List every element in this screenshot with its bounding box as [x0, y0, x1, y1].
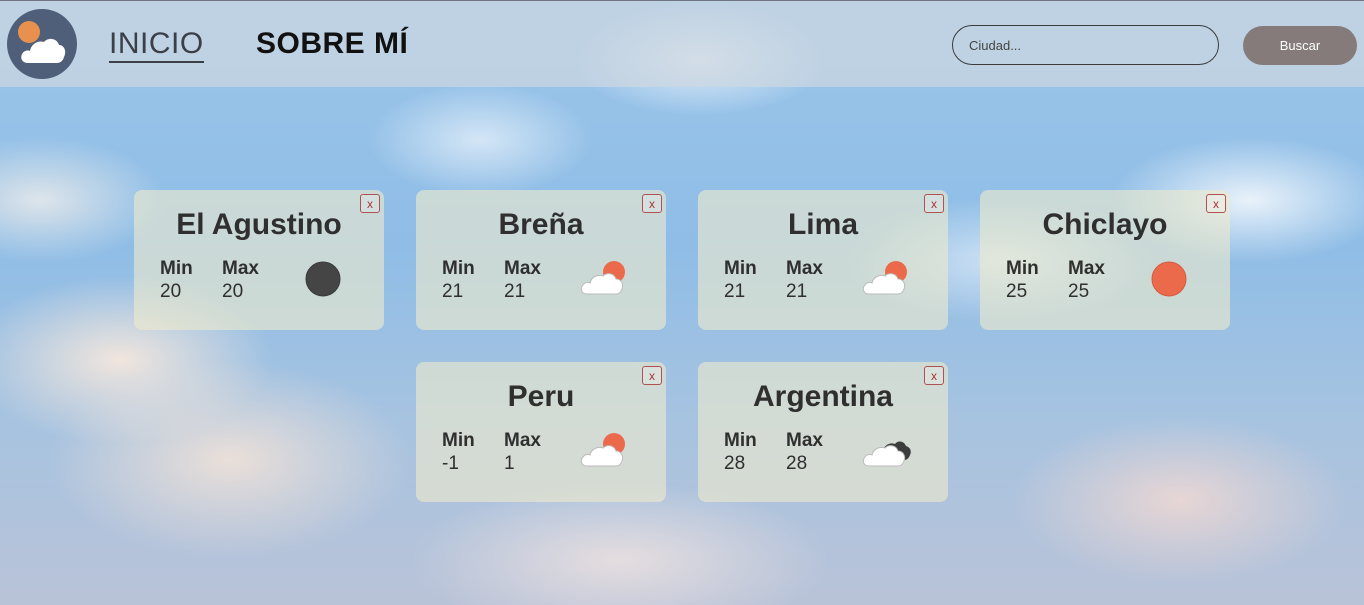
cloud-sun-icon — [580, 261, 625, 295]
max-label: Max — [504, 430, 541, 451]
cloud-sun-icon — [580, 433, 625, 467]
max-value: 28 — [786, 453, 808, 474]
city-name: Peru — [507, 380, 575, 413]
min-value: 28 — [724, 453, 746, 474]
max-label: Max — [786, 258, 823, 279]
min-temp: Min 28 — [724, 430, 757, 476]
max-value: 25 — [1068, 281, 1090, 302]
max-temp: Max 21 — [504, 258, 541, 304]
cloud-sun-icon — [862, 261, 907, 295]
min-value: 21 — [442, 281, 464, 302]
max-value: 20 — [222, 281, 244, 302]
weather-card: x Breña Min 21 Max 21 — [416, 190, 666, 330]
weather-card: x Argentina Min 28 Max 28 — [698, 362, 948, 502]
max-label: Max — [504, 258, 541, 279]
min-temp: Min 20 — [160, 258, 193, 304]
sun-icon — [1151, 261, 1187, 297]
min-temp: Min 25 — [1006, 258, 1039, 304]
min-label: Min — [724, 430, 757, 451]
min-temp: Min -1 — [442, 430, 475, 476]
city-name: El Agustino — [176, 208, 342, 241]
min-label: Min — [160, 258, 193, 279]
max-temp: Max 20 — [222, 258, 259, 304]
search-button[interactable]: Buscar — [1243, 26, 1357, 65]
max-value: 21 — [786, 281, 808, 302]
min-value: 21 — [724, 281, 746, 302]
min-value: -1 — [442, 453, 459, 474]
max-value: 21 — [504, 281, 526, 302]
cloud-dark-icon — [862, 441, 911, 467]
header-bar: INICIO SOBRE MÍ Buscar — [0, 0, 1364, 87]
max-label: Max — [222, 258, 259, 279]
weather-card: x Lima Min 21 Max 21 — [698, 190, 948, 330]
weather-card: x El Agustino Min 20 Max 20 — [134, 190, 384, 330]
weather-card: x Peru Min -1 Max 1 — [416, 362, 666, 502]
min-label: Min — [724, 258, 757, 279]
min-label: Min — [1006, 258, 1039, 279]
nav-inicio-link[interactable]: INICIO — [109, 27, 204, 63]
min-temp: Min 21 — [724, 258, 757, 304]
weather-card: x Chiclayo Min 25 Max 25 — [980, 190, 1230, 330]
app-logo[interactable] — [7, 9, 77, 79]
city-name: Argentina — [752, 380, 893, 413]
max-label: Max — [786, 430, 823, 451]
min-temp: Min 21 — [442, 258, 475, 304]
max-temp: Max 28 — [786, 430, 823, 476]
dark-circle-icon — [305, 261, 341, 297]
max-temp: Max 1 — [504, 430, 541, 476]
city-name: Lima — [787, 208, 859, 241]
max-label: Max — [1068, 258, 1105, 279]
max-temp: Max 25 — [1068, 258, 1105, 304]
nav-sobre-link[interactable]: SOBRE MÍ — [256, 27, 408, 61]
logo-cloud-icon — [21, 38, 66, 63]
max-value: 1 — [504, 453, 515, 474]
min-value: 25 — [1006, 281, 1028, 302]
max-temp: Max 21 — [786, 258, 823, 304]
city-name: Breña — [498, 208, 584, 241]
min-value: 20 — [160, 281, 182, 302]
min-label: Min — [442, 430, 475, 451]
city-name: Chiclayo — [1042, 208, 1168, 241]
city-search-input[interactable] — [952, 25, 1219, 65]
min-label: Min — [442, 258, 475, 279]
